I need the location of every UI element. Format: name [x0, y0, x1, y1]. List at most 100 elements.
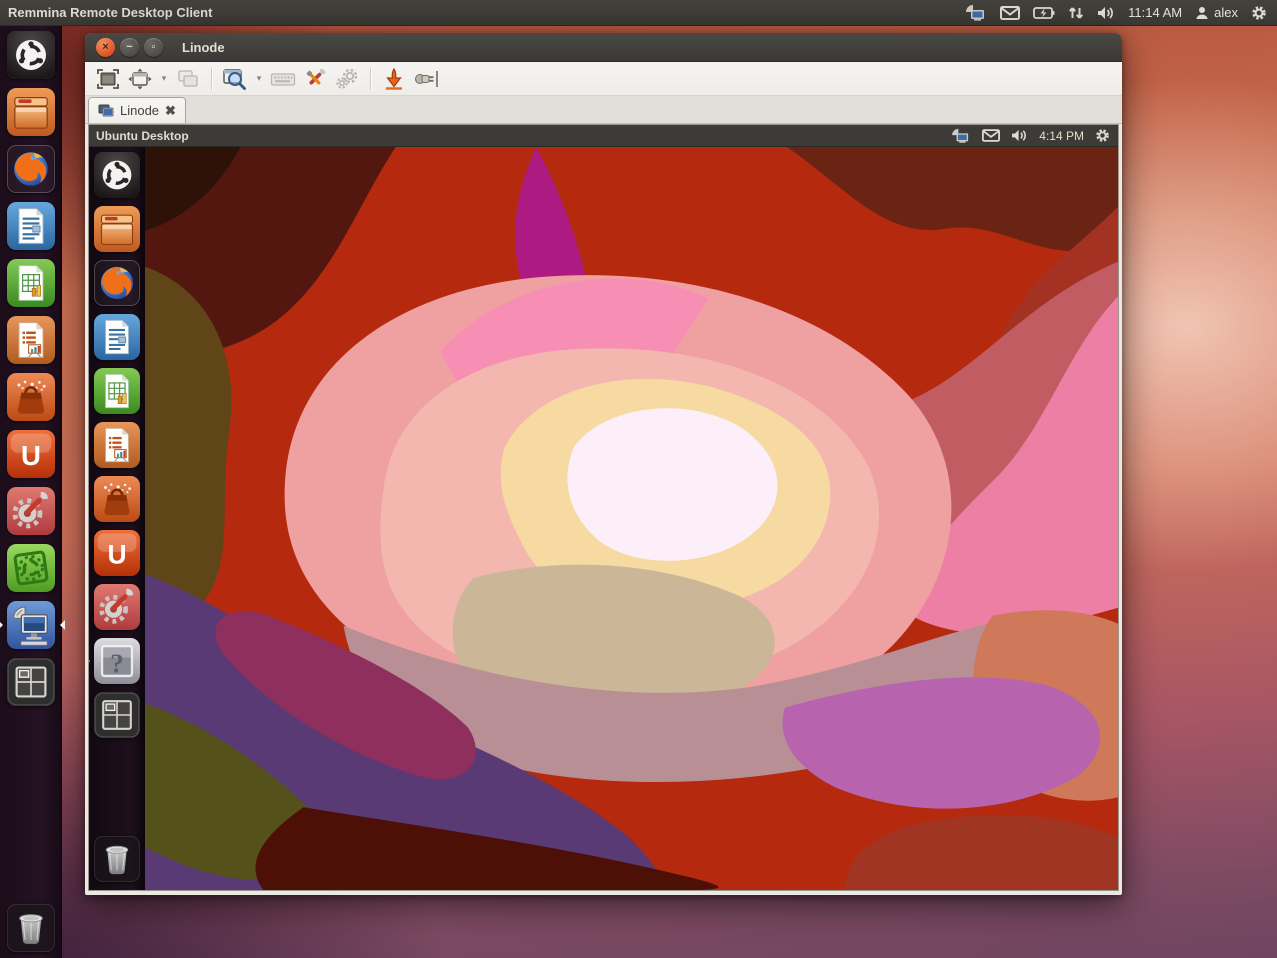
- software-center-icon: [7, 373, 55, 421]
- remote-top-panel: Ubuntu Desktop 4:14 PM: [89, 125, 1118, 147]
- fullscreen-button[interactable]: [93, 65, 123, 93]
- launcher-item-software-center[interactable]: [7, 373, 55, 421]
- host-launcher: [0, 26, 62, 958]
- user-menu[interactable]: alex: [1195, 5, 1238, 20]
- firefox-icon: [94, 260, 140, 306]
- libreoffice-calc-icon: [7, 259, 55, 307]
- launcher-item-trash[interactable]: [7, 904, 55, 952]
- window-titlebar[interactable]: × − ▫ Linode: [85, 33, 1122, 62]
- fit-window-button[interactable]: [125, 65, 155, 93]
- minimize-glyph: −: [120, 38, 139, 57]
- launcher-item-system-settings[interactable]: [7, 487, 55, 535]
- remote-launcher-item-libreoffice-calc[interactable]: [94, 368, 140, 414]
- minimize-button[interactable]: −: [120, 38, 139, 57]
- remote-panel-title: Ubuntu Desktop: [96, 129, 189, 143]
- tab-close-icon[interactable]: ✖: [165, 104, 176, 117]
- maximize-glyph: ▫: [144, 38, 163, 57]
- fit-window-dropdown[interactable]: ▾: [157, 65, 171, 93]
- system-settings-icon: [7, 487, 55, 535]
- remote-launcher-item-libreoffice-writer[interactable]: [94, 314, 140, 360]
- remote-launcher-item-system-settings[interactable]: [94, 584, 140, 630]
- duplicate-connection-button[interactable]: [173, 65, 203, 93]
- host-indicator-area: 11:14 AM alex: [965, 4, 1277, 22]
- remote-launcher-item-ubuntu-one[interactable]: [94, 530, 140, 576]
- launcher-item-ubuntu-one[interactable]: [7, 430, 55, 478]
- running-indicator-icon: [88, 656, 95, 666]
- launcher-item-remmina[interactable]: [7, 601, 55, 649]
- gears-icon: [334, 67, 360, 91]
- zoom-dropdown[interactable]: ▾: [252, 65, 266, 93]
- ubuntu-dash-icon: [94, 152, 140, 198]
- mail-icon[interactable]: [1000, 6, 1020, 20]
- close-button[interactable]: ×: [96, 38, 115, 57]
- launcher-item-libreoffice-writer[interactable]: [7, 202, 55, 250]
- maximize-button[interactable]: ▫: [144, 38, 163, 57]
- ubuntu-one-icon: [7, 430, 55, 478]
- remmina-icon: [7, 601, 55, 649]
- host-top-panel: Remmina Remote Desktop Client 11:14 AM a…: [0, 0, 1277, 26]
- preferences-gears-button[interactable]: [332, 65, 362, 93]
- workspace-switcher-icon: [94, 692, 140, 738]
- toolbar-separator: [211, 68, 212, 90]
- mail-icon[interactable]: [982, 129, 1000, 142]
- remote-launcher-item-libreoffice-impress[interactable]: [94, 422, 140, 468]
- tab-linode[interactable]: Linode ✖: [88, 97, 186, 123]
- software-updater-icon: [7, 544, 55, 592]
- keyboard-icon: [270, 68, 296, 90]
- session-gear-icon[interactable]: [1251, 5, 1267, 21]
- remote-launcher-item-ubuntu-dash[interactable]: [94, 152, 140, 198]
- remote-desktop-body: [89, 147, 1118, 890]
- window-title: Linode: [182, 40, 225, 55]
- remmina-indicator-icon[interactable]: [951, 128, 971, 144]
- remmina-window: × − ▫ Linode ▾: [85, 33, 1122, 895]
- libreoffice-writer-icon: [94, 314, 140, 360]
- software-center-icon: [94, 476, 140, 522]
- volume-icon[interactable]: [1011, 129, 1028, 142]
- remote-wallpaper-image: [145, 147, 1118, 890]
- remote-launcher-item-trash[interactable]: [94, 836, 140, 882]
- tools-icon: [302, 67, 328, 91]
- libreoffice-calc-icon: [94, 368, 140, 414]
- launcher-item-firefox[interactable]: [7, 145, 55, 193]
- disconnect-button[interactable]: [411, 65, 441, 93]
- files-icon: [7, 88, 55, 136]
- system-settings-icon: [94, 584, 140, 630]
- launcher-item-files[interactable]: [7, 88, 55, 136]
- sftp-transfer-button[interactable]: [379, 65, 409, 93]
- workspace-switcher-icon: [7, 658, 55, 706]
- remote-launcher-item-firefox[interactable]: [94, 260, 140, 306]
- remote-launcher-item-software-center[interactable]: [94, 476, 140, 522]
- ubuntu-dash-icon: [7, 31, 55, 79]
- user-icon: [1195, 6, 1209, 20]
- disconnect-plug-icon: [412, 67, 440, 91]
- zoom-window-icon: [222, 67, 248, 91]
- keyboard-grab-button[interactable]: [268, 65, 298, 93]
- fit-window-icon: [128, 68, 152, 90]
- tools-button[interactable]: [300, 65, 330, 93]
- launcher-item-libreoffice-impress[interactable]: [7, 316, 55, 364]
- launcher-item-libreoffice-calc[interactable]: [7, 259, 55, 307]
- launcher-item-ubuntu-dash[interactable]: [7, 31, 55, 79]
- zoom-window-button[interactable]: [220, 65, 250, 93]
- session-gear-icon[interactable]: [1095, 128, 1110, 143]
- remote-launcher-item-workspace-switcher[interactable]: [94, 692, 140, 738]
- toolbar-separator: [370, 68, 371, 90]
- ubuntu-one-icon: [94, 530, 140, 576]
- fullscreen-icon: [96, 68, 120, 90]
- remote-desktop-viewport[interactable]: Ubuntu Desktop 4:14 PM: [88, 124, 1119, 891]
- launcher-item-workspace-switcher[interactable]: [7, 658, 55, 706]
- focused-indicator-icon: [55, 620, 65, 630]
- firefox-icon: [7, 145, 55, 193]
- host-desktop-background: Remmina Remote Desktop Client 11:14 AM a…: [0, 0, 1277, 958]
- network-traffic-icon[interactable]: [1068, 6, 1084, 20]
- libreoffice-writer-icon: [7, 202, 55, 250]
- battery-icon[interactable]: [1033, 7, 1055, 19]
- launcher-item-software-updater[interactable]: [7, 544, 55, 592]
- remote-clock[interactable]: 4:14 PM: [1039, 129, 1084, 143]
- host-clock[interactable]: 11:14 AM: [1128, 5, 1182, 20]
- remote-launcher-item-files[interactable]: [94, 206, 140, 252]
- remmina-indicator-icon[interactable]: [965, 4, 987, 22]
- remote-launcher-item-unknown-app[interactable]: [94, 638, 140, 684]
- unknown-app-icon: [94, 638, 140, 684]
- volume-icon[interactable]: [1097, 6, 1115, 20]
